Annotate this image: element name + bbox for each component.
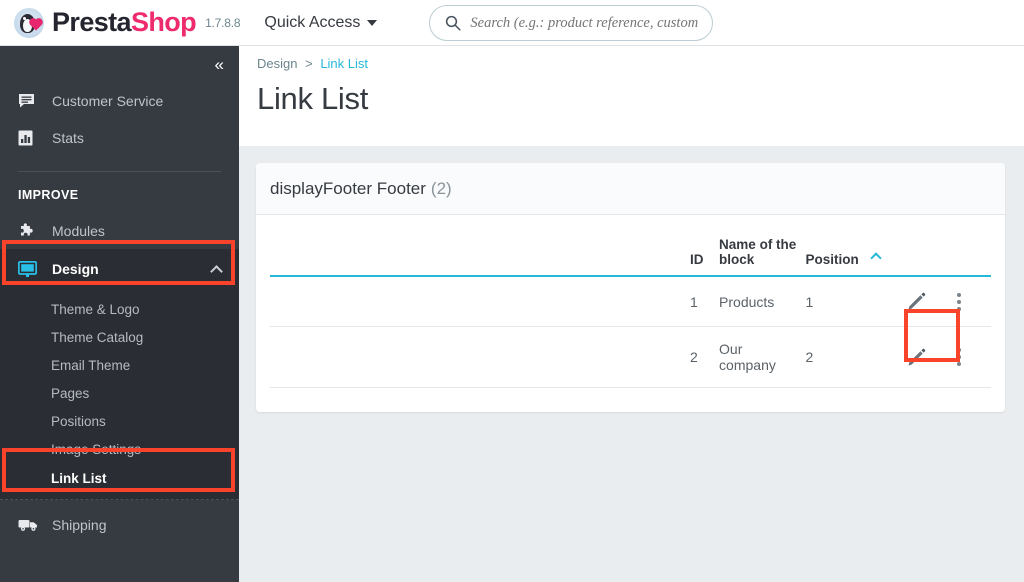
chevron-down-icon	[367, 19, 378, 26]
card-header: displayFooter Footer (2)	[256, 163, 1005, 215]
desktop-icon	[18, 260, 40, 278]
main-content: Design > Link List Link List displayFoot…	[239, 46, 1024, 582]
sidebar-item-design[interactable]: Design	[0, 249, 239, 289]
sidebar-collapse-row: «	[0, 46, 239, 82]
search-input[interactable]	[470, 12, 699, 33]
submenu-label: Image Settings	[51, 441, 142, 457]
breadcrumb-current[interactable]: Link List	[320, 56, 368, 71]
sidebar-subitem-image-settings[interactable]: Image Settings	[0, 435, 239, 463]
submenu-divider	[0, 499, 239, 500]
breadcrumb: Design > Link List	[239, 46, 1024, 71]
submenu-label: Positions	[51, 413, 106, 429]
brand-name-part1: Presta	[52, 7, 132, 37]
breadcrumb-parent[interactable]: Design	[257, 56, 297, 71]
column-header-id[interactable]: ID	[270, 215, 720, 277]
sidebar-subitem-theme-logo[interactable]: Theme & Logo	[0, 295, 239, 323]
cell-id: 2	[270, 326, 720, 388]
cell-position: 1	[805, 276, 893, 327]
submenu-label: Email Theme	[51, 357, 131, 373]
brand-logo-area[interactable]: PrestaShop 1.7.8.8	[14, 7, 241, 38]
search-icon	[446, 15, 461, 31]
table-body: 1 Products 1 2 Our company 2	[270, 276, 991, 388]
link-list-table: ID Name of the block Position 1 Products…	[270, 215, 991, 388]
sidebar-section-improve: IMPROVE	[18, 188, 79, 202]
card-body: ID Name of the block Position 1 Products…	[256, 215, 1005, 412]
table-row[interactable]: 2 Our company 2	[270, 326, 991, 388]
cell-name: Products	[719, 276, 806, 327]
quick-access-dropdown[interactable]: Quick Access	[264, 13, 378, 32]
global-search-box[interactable]	[429, 4, 714, 41]
sidebar-subitem-pages[interactable]: Pages	[0, 379, 239, 407]
sidebar-item-label: Shipping	[52, 516, 107, 533]
cell-name: Our company	[719, 326, 806, 388]
sidebar-item-label: Stats	[52, 129, 84, 146]
cell-id: 1	[270, 276, 720, 327]
chevron-up-icon[interactable]	[870, 252, 883, 264]
breadcrumb-separator: >	[305, 56, 313, 71]
sidebar-subitem-link-list[interactable]: Link List	[0, 463, 239, 493]
submenu-label: Theme Catalog	[51, 329, 144, 345]
prestashop-admin-page: PrestaShop 1.7.8.8 Quick Access «	[0, 0, 1024, 582]
main-sidebar: « Customer Service Stats IMPROVE Modules…	[0, 46, 239, 582]
sidebar-item-customer-service[interactable]: Customer Service	[0, 82, 239, 119]
page-title: Link List	[257, 81, 369, 116]
column-header-position[interactable]: Position	[805, 215, 893, 277]
design-submenu: Theme & Logo Theme Catalog Email Theme P…	[0, 289, 239, 500]
table-header-row: ID Name of the block Position	[270, 215, 991, 277]
brand-name-part2: Shop	[130, 7, 197, 37]
content-area: displayFooter Footer (2) ID Name of the …	[239, 146, 1024, 582]
sidebar-subitem-positions[interactable]: Positions	[0, 407, 239, 435]
top-header-bar: PrestaShop 1.7.8.8 Quick Access	[0, 0, 1024, 46]
sidebar-subitem-email-theme[interactable]: Email Theme	[0, 351, 239, 379]
kebab-menu-icon[interactable]	[957, 292, 962, 311]
bar-chart-icon	[18, 129, 40, 147]
sidebar-item-label: Design	[52, 261, 99, 277]
quick-access-label: Quick Access	[264, 13, 361, 31]
double-chevron-left-icon[interactable]: «	[215, 56, 225, 73]
sidebar-item-label: Customer Service	[52, 92, 164, 109]
link-list-card: displayFooter Footer (2) ID Name of the …	[256, 163, 1005, 412]
version-label: 1.7.8.8	[205, 15, 241, 30]
comment-icon	[18, 92, 40, 110]
submenu-label: Link List	[51, 470, 107, 486]
column-header-position-label: Position	[805, 252, 859, 267]
card-title: displayFooter Footer	[270, 178, 426, 198]
cell-actions	[892, 276, 991, 327]
prestashop-logo-icon	[14, 7, 44, 38]
pencil-icon[interactable]	[906, 291, 927, 312]
truck-icon	[18, 516, 40, 534]
cell-actions	[892, 326, 991, 388]
table-head: ID Name of the block Position	[270, 215, 991, 277]
sidebar-item-shipping[interactable]: Shipping	[0, 506, 239, 543]
kebab-menu-icon[interactable]	[957, 348, 962, 366]
submenu-label: Pages	[51, 385, 90, 401]
sidebar-item-stats[interactable]: Stats	[0, 119, 239, 156]
column-header-name[interactable]: Name of the block	[719, 215, 806, 277]
sidebar-item-label: Modules	[52, 222, 105, 239]
sidebar-item-modules[interactable]: Modules	[0, 212, 239, 249]
column-header-actions	[892, 215, 991, 277]
card-count: (2)	[430, 178, 452, 198]
sidebar-subitem-theme-catalog[interactable]: Theme Catalog	[0, 323, 239, 351]
brand-wordmark: PrestaShop	[52, 7, 197, 37]
puzzle-piece-icon	[18, 222, 40, 240]
table-row[interactable]: 1 Products 1	[270, 276, 991, 327]
submenu-label: Theme & Logo	[51, 301, 140, 317]
chevron-up-icon	[210, 265, 223, 278]
cell-position: 2	[805, 326, 893, 388]
pencil-icon[interactable]	[906, 347, 927, 368]
